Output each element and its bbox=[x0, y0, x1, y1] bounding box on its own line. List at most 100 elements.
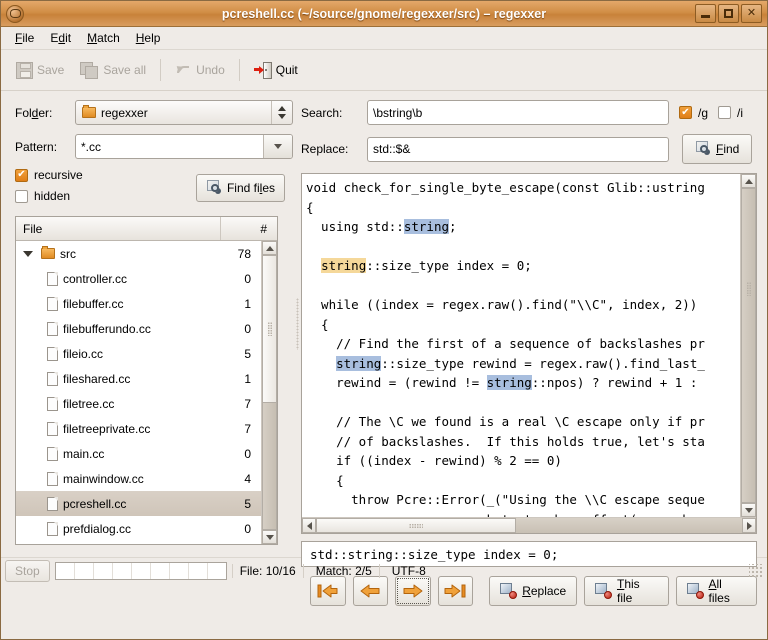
column-header-file[interactable]: File bbox=[16, 217, 221, 240]
code-segment: { bbox=[306, 199, 314, 215]
search-label: Search: bbox=[301, 105, 343, 120]
row-count: 1 bbox=[244, 296, 251, 311]
next-match-button[interactable] bbox=[395, 576, 431, 606]
table-row[interactable]: main.cc 0 bbox=[16, 441, 261, 466]
code-line: { bbox=[306, 471, 740, 491]
scroll-up-button[interactable] bbox=[262, 241, 277, 255]
table-row[interactable]: filetreeprivate.cc 7 bbox=[16, 416, 261, 441]
table-row[interactable]: controller.cc 0 bbox=[16, 266, 261, 291]
row-name: filetreeprivate.cc bbox=[63, 421, 151, 436]
scroll-down-button[interactable] bbox=[262, 530, 277, 544]
code-line: // Find the first of a sequence of backs… bbox=[306, 334, 740, 354]
menu-match[interactable]: Match bbox=[79, 29, 128, 47]
code-text[interactable]: void check_for_single_byte_escape(const … bbox=[302, 174, 740, 517]
find-files-button[interactable]: Find files bbox=[195, 174, 285, 202]
table-row[interactable]: filebuffer.cc 1 bbox=[16, 291, 261, 316]
scroll-track[interactable] bbox=[316, 518, 742, 533]
scroll-up-button[interactable] bbox=[741, 174, 756, 188]
scroll-thumb[interactable] bbox=[262, 255, 277, 403]
menu-edit[interactable]: Edit bbox=[42, 29, 79, 47]
close-button[interactable]: ✕ bbox=[741, 4, 762, 23]
column-header-count[interactable]: # bbox=[221, 217, 277, 240]
scroll-thumb[interactable] bbox=[316, 518, 516, 533]
scroll-track[interactable] bbox=[741, 188, 756, 503]
file-list-scrollbar[interactable] bbox=[261, 241, 277, 544]
global-flag-row[interactable]: /g bbox=[679, 106, 708, 120]
table-row[interactable]: filebufferundo.cc 0 bbox=[16, 316, 261, 341]
menu-bar: File Edit Match Help bbox=[1, 27, 767, 50]
find-button[interactable]: Find bbox=[682, 134, 753, 164]
pane-splitter[interactable] bbox=[293, 91, 301, 557]
replace-all-files-button[interactable]: All files bbox=[675, 576, 757, 606]
file-icon bbox=[47, 271, 58, 286]
table-row[interactable]: mainwindow.cc 4 bbox=[16, 466, 261, 491]
editor-vscrollbar[interactable] bbox=[740, 174, 756, 517]
right-panel: Search: \bstring\b /g /i Replace: std::$… bbox=[301, 91, 767, 606]
hidden-checkbox[interactable] bbox=[15, 189, 28, 203]
replace-button[interactable]: Replace bbox=[489, 576, 578, 606]
table-row[interactable]: fileio.cc 5 bbox=[16, 341, 261, 366]
scroll-down-button[interactable] bbox=[741, 503, 756, 517]
first-match-button[interactable] bbox=[310, 576, 346, 606]
search-input[interactable]: \bstring\b bbox=[367, 100, 669, 125]
pattern-value: *.cc bbox=[81, 139, 102, 154]
replace-input[interactable]: std::$& bbox=[367, 136, 669, 162]
code-segment: rewind = (rewind != bbox=[306, 375, 487, 390]
stop-button[interactable]: Stop bbox=[5, 559, 50, 582]
toolbar-separator-1 bbox=[160, 59, 162, 81]
folder-combo[interactable]: regexxer bbox=[75, 100, 293, 125]
previous-match-button[interactable] bbox=[352, 576, 389, 606]
toolbar-undo-button[interactable]: Undo bbox=[168, 59, 232, 82]
recursive-row[interactable]: recursive bbox=[15, 168, 196, 182]
toolbar-save-button[interactable]: Save bbox=[9, 58, 71, 83]
global-flag-checkbox[interactable] bbox=[679, 106, 692, 119]
table-row-selected[interactable]: pcreshell.cc 5 bbox=[16, 491, 261, 516]
last-match-button[interactable] bbox=[437, 576, 474, 606]
replace-this-file-button[interactable]: This file bbox=[584, 576, 669, 606]
chevron-down-icon bbox=[274, 144, 282, 149]
scroll-track[interactable] bbox=[262, 255, 277, 530]
table-row[interactable]: src 78 bbox=[16, 241, 261, 266]
quit-icon bbox=[253, 61, 272, 79]
search-row: Search: \bstring\b /g /i bbox=[301, 100, 757, 125]
scroll-right-button[interactable] bbox=[742, 518, 756, 533]
replace-button-label: Replace bbox=[522, 584, 567, 598]
scroll-trough-filled bbox=[516, 518, 742, 533]
menu-file[interactable]: File bbox=[7, 29, 42, 47]
chevron-up-icon bbox=[744, 178, 753, 184]
toolbar-quit-button[interactable]: Quit bbox=[247, 58, 305, 83]
toolbar-save-label: Save bbox=[37, 63, 65, 77]
code-editor[interactable]: void check_for_single_byte_escape(const … bbox=[301, 173, 757, 534]
code-line: byte_to_char_offset(regex.beg bbox=[306, 510, 740, 518]
recursive-checkbox[interactable] bbox=[15, 168, 28, 182]
expander-icon[interactable] bbox=[23, 250, 33, 257]
preview-value: std::string::size_type index = 0; bbox=[310, 546, 559, 562]
icase-flag-row[interactable]: /i bbox=[718, 106, 743, 120]
code-line: string::size_type index = 0; bbox=[306, 256, 740, 276]
toolbar-save-all-button[interactable]: Save all bbox=[73, 58, 153, 83]
replace-row: Replace: std::$& Find bbox=[301, 134, 757, 164]
resize-grip[interactable] bbox=[749, 563, 763, 578]
minimize-button[interactable] bbox=[695, 4, 716, 23]
pattern-dropdown-button[interactable] bbox=[263, 135, 292, 158]
hidden-row[interactable]: hidden bbox=[15, 189, 196, 203]
table-row[interactable]: fileshared.cc 1 bbox=[16, 366, 261, 391]
code-line: while ((index = regex.raw().find("\\C", … bbox=[306, 295, 740, 315]
folder-spinner[interactable] bbox=[271, 101, 292, 124]
file-icon bbox=[47, 421, 58, 436]
table-row[interactable]: prefdialog.cc 0 bbox=[16, 516, 261, 541]
pattern-input[interactable]: *.cc bbox=[75, 134, 293, 159]
menu-help[interactable]: Help bbox=[128, 29, 169, 47]
icase-flag-checkbox[interactable] bbox=[718, 106, 732, 119]
editor-hscrollbar[interactable] bbox=[302, 517, 756, 533]
row-name-wrap: filetreeprivate.cc bbox=[23, 421, 205, 436]
table-row[interactable]: filetree.cc 7 bbox=[16, 391, 261, 416]
grip-dots bbox=[267, 322, 272, 336]
maximize-button[interactable] bbox=[718, 4, 739, 23]
toolbar-separator-2 bbox=[238, 59, 240, 81]
grip-dots bbox=[409, 523, 423, 528]
scroll-left-button[interactable] bbox=[302, 518, 316, 533]
scroll-thumb[interactable] bbox=[741, 188, 756, 503]
